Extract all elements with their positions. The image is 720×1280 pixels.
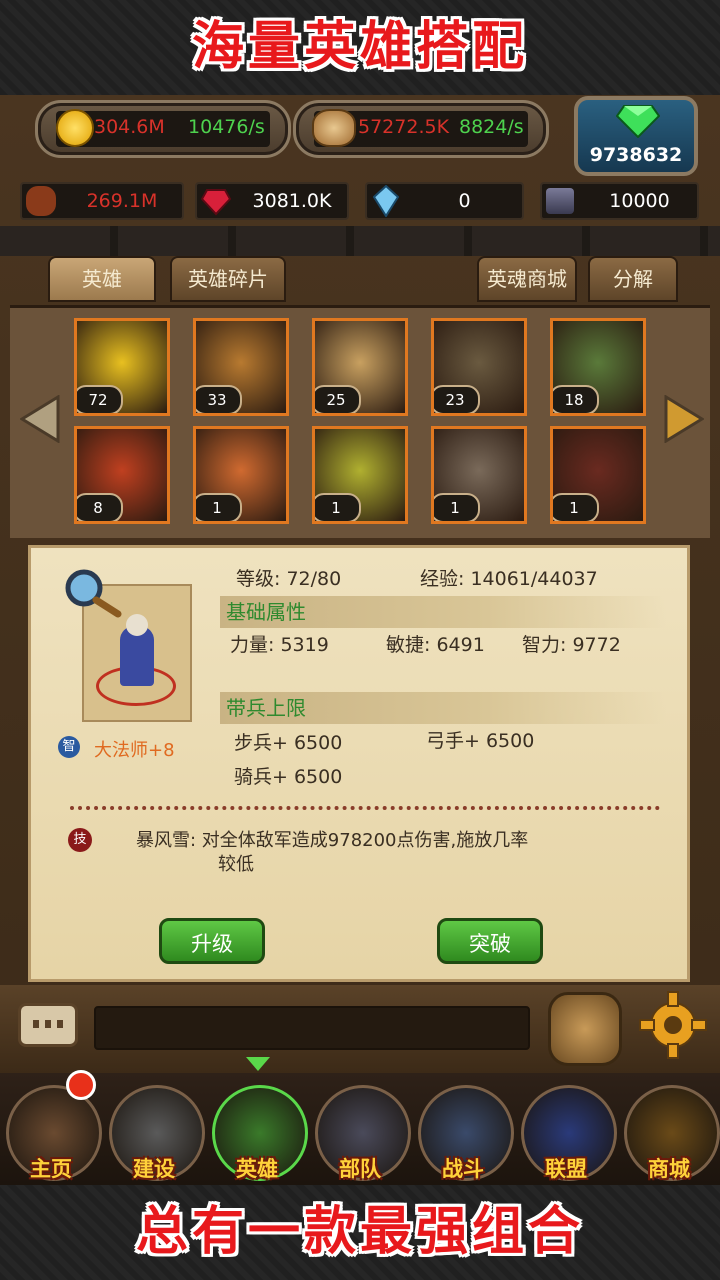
intelligence-badge-icon: 智	[58, 736, 80, 758]
cavalry-limit: 骑兵+ 6500	[234, 766, 343, 788]
blue-crystal-icon	[373, 185, 399, 217]
basic-attr-title: 基础属性	[220, 596, 666, 628]
hero-exp: 经验: 14061/44037	[420, 568, 598, 590]
horse-count: 269.1M	[86, 190, 158, 212]
chat-bubble-icon[interactable]	[18, 1003, 78, 1047]
tab-hero-shards[interactable]: 英雄碎片	[170, 256, 286, 302]
crystal-resource: 0	[365, 182, 524, 220]
nav-item[interactable]: 部队	[309, 1073, 411, 1185]
skill-description-line1: 暴风雪: 对全体敌军造成978200点伤害,施放几率	[136, 830, 529, 851]
hero-card[interactable]: 33	[193, 318, 289, 416]
promo-top-banner: 海量英雄搭配	[0, 0, 720, 95]
nav-label: 建设	[133, 1157, 175, 1181]
hero-level-badge: 25	[315, 385, 361, 413]
intelligence-value: 智力: 9772	[522, 634, 621, 656]
agility-value: 敏捷: 6491	[386, 634, 485, 656]
ruby-count: 3081.0K	[252, 190, 332, 212]
nav-item[interactable]: 联盟	[515, 1073, 617, 1185]
scroll-left-arrow[interactable]	[20, 395, 60, 443]
skill-description-line2: 较低	[218, 854, 254, 875]
nav-item[interactable]: 英雄	[206, 1073, 308, 1185]
chat-input-box[interactable]	[94, 1006, 530, 1050]
nav-item[interactable]: 战斗	[412, 1073, 514, 1185]
nav-label: 部队	[339, 1157, 381, 1181]
gem-shop-button[interactable]: 9738632	[574, 96, 698, 176]
wood-log-icon	[312, 109, 356, 147]
notification-dot	[66, 1070, 96, 1100]
gold-total: 304.6M	[94, 116, 165, 138]
stone-divider	[0, 226, 720, 256]
gem-count: 9738632	[589, 144, 683, 166]
promo-bottom-banner: 总有一款最强组合	[0, 1185, 720, 1280]
ore-resource: 10000	[540, 182, 699, 220]
breakthrough-button[interactable]: 突破	[437, 918, 543, 964]
magnifier-icon[interactable]	[64, 568, 122, 618]
hero-card[interactable]: 25	[312, 318, 408, 416]
hero-card[interactable]: 1	[550, 426, 646, 524]
strength-value: 力量: 5319	[230, 634, 329, 656]
upgrade-button[interactable]: 升级	[159, 918, 265, 964]
nav-item[interactable]: 商城	[618, 1073, 720, 1185]
hero-level-badge: 1	[553, 493, 599, 521]
wood-resource-plate: 57272.5K 8824/s	[293, 100, 549, 158]
crystal-count: 0	[458, 190, 471, 212]
hero-class-name: 大法师+8	[94, 740, 175, 761]
hero-level-badge: 8	[77, 493, 123, 521]
gold-resource-plate: 304.6M 10476/s	[35, 100, 291, 158]
hero-card[interactable]: 1	[431, 426, 527, 524]
hero-level: 等级: 72/80	[236, 568, 342, 590]
wood-total: 57272.5K	[358, 116, 450, 138]
nav-item[interactable]: 建设	[103, 1073, 205, 1185]
green-gem-icon	[616, 105, 660, 138]
hero-card[interactable]: 72	[74, 318, 170, 416]
hero-level-badge: 18	[553, 385, 599, 413]
hero-card[interactable]: 8	[74, 426, 170, 524]
hero-card[interactable]: 18	[550, 318, 646, 416]
hero-card[interactable]: 1	[312, 426, 408, 524]
skill-badge-icon: 技	[68, 828, 92, 852]
hero-level-badge: 33	[196, 385, 242, 413]
gold-rate: 10476/s	[188, 116, 265, 138]
infantry-limit: 步兵+ 6500	[234, 732, 343, 754]
hero-card[interactable]: 23	[431, 318, 527, 416]
wizard-beard	[126, 614, 148, 636]
ore-count: 10000	[609, 190, 670, 212]
hero-level-badge: 1	[196, 493, 242, 521]
tab-decompose[interactable]: 分解	[588, 256, 678, 302]
ore-stone-icon	[546, 188, 574, 214]
active-nav-pointer	[246, 1057, 270, 1071]
wood-rate: 8824/s	[459, 116, 524, 138]
hero-level-badge: 1	[434, 493, 480, 521]
nav-label: 商城	[648, 1157, 690, 1181]
nav-label: 英雄	[236, 1157, 278, 1181]
nav-label: 联盟	[545, 1157, 587, 1181]
gold-coin-icon	[56, 109, 94, 147]
nav-label: 战斗	[442, 1157, 484, 1181]
red-ruby-icon	[201, 189, 231, 216]
hero-level-badge: 72	[77, 385, 123, 413]
settings-gear-icon[interactable]	[638, 990, 708, 1060]
troop-limit-title: 带兵上限	[220, 692, 666, 724]
hero-level-badge: 23	[434, 385, 480, 413]
hero-card[interactable]: 1	[193, 426, 289, 524]
nav-label: 主页	[30, 1157, 72, 1181]
scroll-right-arrow[interactable]	[664, 395, 704, 443]
divider-dotted	[70, 806, 660, 810]
horse-resource: 269.1M	[20, 182, 184, 220]
hero-level-badge: 1	[315, 493, 361, 521]
horse-head-icon	[26, 186, 56, 216]
ruby-resource: 3081.0K	[195, 182, 349, 220]
tab-soul-shop[interactable]: 英魂商城	[477, 256, 577, 302]
archer-limit: 弓手+ 6500	[426, 730, 535, 752]
tab-heroes[interactable]: 英雄	[48, 256, 156, 302]
backpack-icon[interactable]	[548, 992, 622, 1066]
